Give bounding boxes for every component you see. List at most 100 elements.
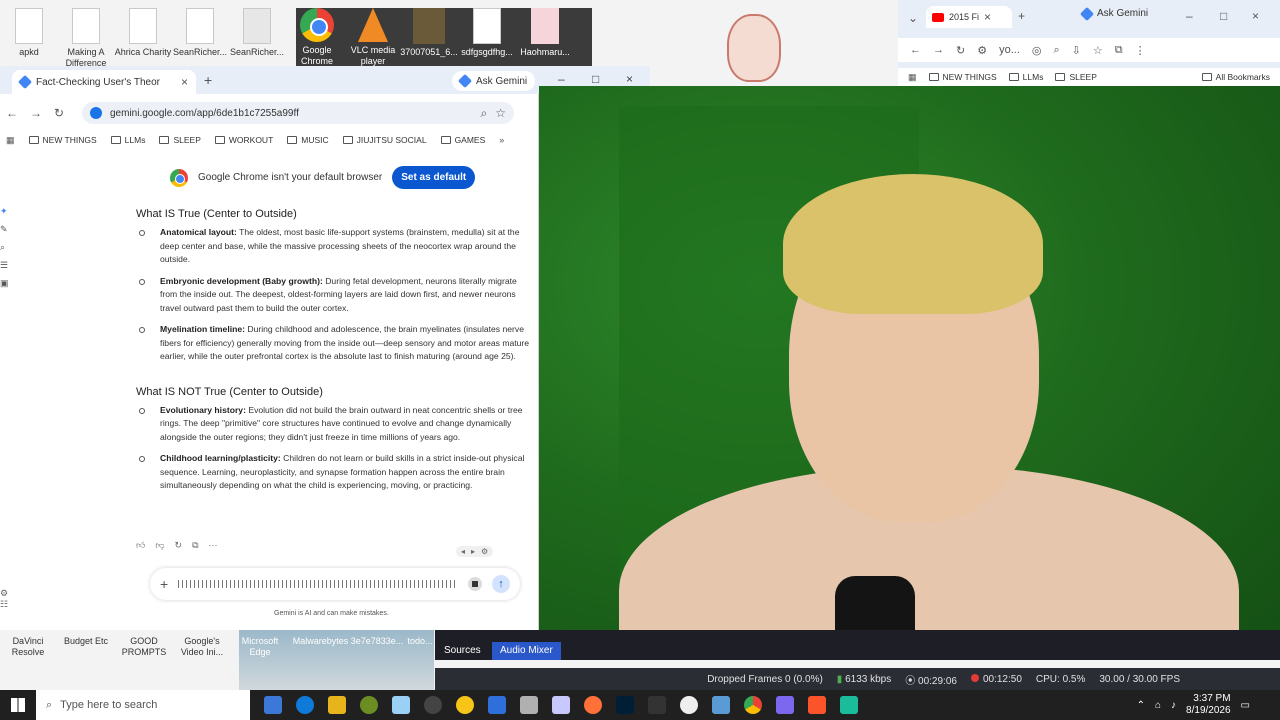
desktop-icon-photo[interactable]: 37007051_6... xyxy=(400,4,458,58)
desktop-icon-vlc[interactable]: VLC media player xyxy=(344,4,402,67)
star-icon[interactable]: ☆ xyxy=(1093,44,1103,57)
more-options-icon[interactable]: ⋯ xyxy=(209,540,218,551)
bookmark-new-things[interactable]: NEW THINGS xyxy=(928,72,997,82)
network-icon[interactable] xyxy=(552,696,570,714)
omnibox-text[interactable]: yo... xyxy=(999,44,1020,56)
regenerate-icon[interactable]: ↻ xyxy=(175,540,183,551)
back-icon[interactable]: ← xyxy=(6,106,18,120)
thumbs-up-icon[interactable]: 👍︎ xyxy=(136,540,145,551)
tab-gemini[interactable]: Fact-Checking User's Theor × xyxy=(12,70,196,94)
brave-icon[interactable] xyxy=(808,696,826,714)
edge-icon[interactable] xyxy=(296,696,314,714)
close-icon[interactable]: × xyxy=(181,75,188,89)
bookmark-new-things[interactable]: NEW THINGS xyxy=(28,135,97,145)
all-bookmarks[interactable]: All Bookmarks xyxy=(1201,72,1270,82)
calculator-icon[interactable] xyxy=(264,696,282,714)
address-bar[interactable]: gemini.google.com/app/6de1b1c7255a99ff ⌕… xyxy=(82,102,514,124)
bookmark-jiujitsu-social[interactable]: JIUJITSU SOCIAL xyxy=(342,135,427,145)
desktop-icon-apkd[interactable]: apkd xyxy=(0,4,58,58)
desktop-icon-google-chrome[interactable]: Google Chrome xyxy=(288,4,346,67)
desktop-icon-malwarebytes[interactable]: Malwarebytes 3e7e7833e... xyxy=(288,636,408,647)
prompt-composer[interactable]: + ↑ xyxy=(150,568,520,600)
desktop-icon-edge[interactable]: Microsoft Edge xyxy=(232,636,288,658)
search-icon[interactable]: ⌕ xyxy=(0,242,14,260)
more-bookmarks-icon[interactable]: » xyxy=(499,135,504,145)
stop-icon[interactable] xyxy=(468,577,482,591)
bookmark-music[interactable]: MUSIC xyxy=(287,135,329,145)
reload-icon[interactable]: ↻ xyxy=(956,44,965,57)
speaker-icon[interactable]: ◂ xyxy=(461,547,465,556)
app-icon[interactable] xyxy=(680,696,698,714)
tab-search-icon[interactable]: ⌄ xyxy=(908,11,918,25)
edit-icon[interactable]: ✎ xyxy=(0,224,14,242)
bookmark-sleep[interactable]: SLEEP xyxy=(1055,72,1097,82)
copy-icon[interactable]: ⧉ xyxy=(192,540,198,551)
clock[interactable]: 3:37 PM 8/19/2026 xyxy=(1186,693,1231,717)
forward-icon[interactable]: → xyxy=(933,44,944,56)
extensions-icon[interactable]: ⧉ xyxy=(1115,44,1123,57)
photoshop-icon[interactable] xyxy=(616,696,634,714)
window-icon[interactable] xyxy=(712,696,730,714)
start-button[interactable] xyxy=(0,690,36,720)
notepad-icon[interactable] xyxy=(392,696,410,714)
maximize-icon[interactable]: □ xyxy=(1220,9,1227,23)
maximize-icon[interactable]: □ xyxy=(592,72,599,86)
minimize-icon[interactable]: – xyxy=(1186,9,1193,23)
new-tab-icon[interactable]: + xyxy=(1018,9,1025,23)
desktop-icon-making-a-difference[interactable]: Making A Difference xyxy=(57,4,115,69)
network-icon[interactable]: ⌂ xyxy=(1155,700,1161,711)
play-icon[interactable]: ▸ xyxy=(471,547,475,556)
settings-icon[interactable]: ⚙ xyxy=(481,547,488,556)
bookmark-llms[interactable]: LLMs xyxy=(110,135,145,145)
ask-gemini-button[interactable]: Ask Gemini xyxy=(452,71,536,91)
file-explorer-icon[interactable] xyxy=(328,696,346,714)
back-icon[interactable]: ← xyxy=(910,44,921,56)
davinci-icon[interactable] xyxy=(648,696,666,714)
send-icon[interactable]: ↑ xyxy=(492,575,510,593)
close-icon[interactable]: × xyxy=(984,10,991,24)
notifications-icon[interactable]: ▭ xyxy=(1241,700,1250,711)
bookmark-workout[interactable]: WORKOUT xyxy=(214,135,273,145)
obs-icon[interactable] xyxy=(424,696,442,714)
desktop-icon-sdfgsgdfhg[interactable]: sdfgsgdfhg... xyxy=(458,4,516,58)
zoom-icon[interactable]: ⌕ xyxy=(1054,44,1060,57)
app-icon[interactable] xyxy=(360,696,378,714)
desktop-icon-haohmaru[interactable]: Haohmaru... xyxy=(516,4,574,58)
thumbs-down-icon[interactable]: 👎︎ xyxy=(155,540,164,551)
bulb-icon[interactable] xyxy=(456,696,474,714)
taskbar-search[interactable]: ⌕ Type here to search xyxy=(36,690,250,720)
site-info-icon[interactable]: ⚙ xyxy=(977,44,987,57)
chrome-icon[interactable] xyxy=(744,696,762,714)
apps-grid-icon[interactable]: ▦ xyxy=(6,135,15,146)
install-icon[interactable]: ⇩ xyxy=(1072,44,1081,57)
star-icon[interactable]: ☆ xyxy=(495,106,506,120)
desktop-icon-todo[interactable]: todo... xyxy=(400,636,440,647)
obs-tab-audio-mixer[interactable]: Audio Mixer xyxy=(492,642,561,660)
set-as-default-button[interactable]: Set as default xyxy=(392,166,476,189)
chat-icon[interactable]: ☰ xyxy=(0,260,14,278)
firefox-icon[interactable] xyxy=(584,696,602,714)
tab-youtube[interactable]: 2015 Fi × xyxy=(926,6,1012,28)
desktop-icon-google-video[interactable]: Google's Video Ini... xyxy=(174,636,230,658)
desktop-icon-seanricher-2[interactable]: SeanRicher... xyxy=(228,4,286,58)
desktop-icon-seanricher-1[interactable]: SeanRicher... xyxy=(171,4,229,58)
tray-chevron-icon[interactable]: ⌃ xyxy=(1137,700,1145,711)
desktop-icon-davinci-resolve[interactable]: DaVinci Resolve xyxy=(0,636,56,658)
bookmark-sleep[interactable]: SLEEP xyxy=(159,135,201,145)
reload-icon[interactable]: ↻ xyxy=(54,106,64,120)
app-icon[interactable] xyxy=(520,696,538,714)
gemini-sparkle-icon[interactable]: ✦ xyxy=(0,206,14,224)
apps-grid-icon[interactable]: ▦ xyxy=(908,72,917,83)
vpn-icon[interactable] xyxy=(776,696,794,714)
settings-icon[interactable]: ⚙ xyxy=(0,588,8,599)
bookmark-llms[interactable]: LLMs xyxy=(1008,72,1043,82)
close-window-icon[interactable]: × xyxy=(626,72,633,86)
help-icon[interactable]: ☷ xyxy=(0,599,8,610)
gems-icon[interactable]: ▣ xyxy=(0,278,14,296)
menu-icon[interactable]: ⋮ xyxy=(1135,44,1146,57)
new-tab-icon[interactable]: + xyxy=(204,72,212,88)
desktop-icon-budget-etc[interactable]: Budget Etc xyxy=(58,636,114,647)
zoom-icon[interactable]: ⌕ xyxy=(481,106,488,121)
minimize-icon[interactable]: – xyxy=(558,72,565,86)
app-icon[interactable] xyxy=(840,696,858,714)
